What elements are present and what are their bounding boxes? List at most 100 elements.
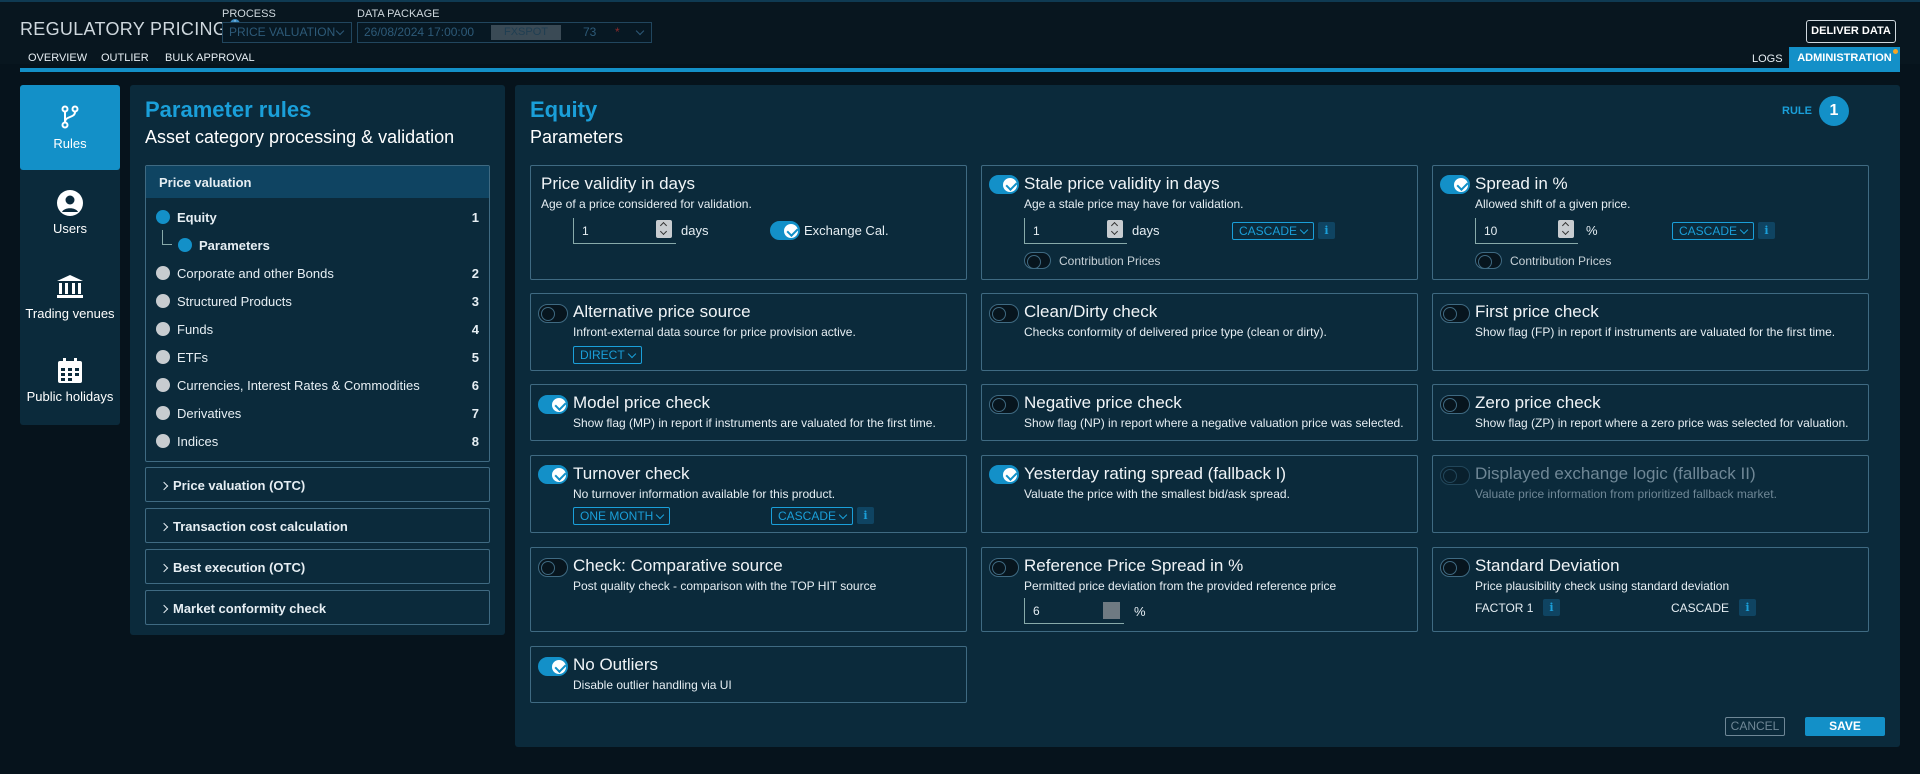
rule-item-indices[interactable]: Indices 8 [156,434,479,449]
chevron-down-icon [1299,225,1309,235]
card-title: Displayed exchange logic (fallback II) [1475,464,1756,483]
contribution-prices-toggle[interactable] [1475,252,1502,269]
contribution-prices-toggle[interactable] [1024,252,1051,269]
process-select[interactable]: PRICE VALUATION [222,22,352,43]
card-description: Permitted price deviation from the provi… [1024,579,1337,593]
stepper-icon[interactable] [1107,220,1123,238]
rule-item-currencies[interactable]: Currencies, Interest Rates & Commodities… [156,378,479,393]
info-icon[interactable]: i [1758,222,1775,239]
card-title: Model price check [573,393,711,412]
card-title: Reference Price Spread in % [1024,556,1244,575]
zero-price-toggle[interactable] [1440,395,1470,414]
bank-icon [57,275,83,298]
rule-item-bonds[interactable]: Corporate and other Bonds 2 [156,266,479,281]
exchange-cal-toggle[interactable] [770,221,800,240]
spread-input[interactable]: 10 [1475,218,1578,244]
branch-icon [61,105,79,129]
collapsed-group-market-conformity[interactable]: Market conformity check [145,590,490,625]
status-dot [156,406,170,420]
validity-days-input[interactable]: 1 [573,218,676,244]
cascade-dropdown[interactable]: CASCADE [1672,222,1755,240]
collapsed-group-price-valuation-otc[interactable]: Price valuation (OTC) [145,467,490,502]
card-turnover: Turnover check No turnover information a… [530,455,967,533]
card-title: Stale price validity in days [1024,174,1220,193]
package-count: 73 [583,25,597,39]
unit-label: days [1132,223,1160,238]
alternative-source-toggle[interactable] [538,304,568,323]
info-icon[interactable]: i [1543,599,1560,616]
card-description: Disable outlier handling via UI [573,678,732,692]
sidebar-item-public-holidays[interactable]: Public holidays [20,340,120,425]
stepper-icon[interactable] [1103,602,1120,619]
card-title: Clean/Dirty check [1024,302,1158,321]
card-title: No Outliers [573,655,659,674]
card-exchange-logic: Displayed exchange logic (fallback II) V… [1432,455,1869,533]
collapsed-group-transaction-cost[interactable]: Transaction cost calculation [145,508,490,543]
card-description: Show flag (FP) in report if instruments … [1475,325,1836,339]
tab-outlier[interactable]: OUTLIER [101,52,149,64]
save-button[interactable]: SAVE [1805,717,1885,736]
rule-item-etfs[interactable]: ETFs 5 [156,350,479,365]
no-outliers-toggle[interactable] [538,657,568,676]
cascade-dropdown[interactable]: CASCADE [1232,222,1315,240]
exchange-logic-toggle[interactable] [1440,466,1470,485]
negative-price-toggle[interactable] [989,395,1019,414]
rule-group-header[interactable]: Price valuation [146,166,489,198]
rule-item-equity[interactable]: Equity 1 [156,210,479,225]
card-title: Standard Deviation [1475,556,1620,575]
stepper-icon[interactable] [656,220,672,238]
standard-deviation-toggle[interactable] [1440,558,1470,577]
exchange-cal-label: Exchange Cal. [804,223,889,238]
equity-parameters-panel: Equity Parameters RULE 1 Price validity … [515,85,1900,747]
panel-title: Parameter rules [145,97,312,122]
reference-spread-input[interactable]: 6 [1024,598,1124,624]
cancel-button[interactable]: CANCEL [1725,717,1785,736]
process-label: PROCESS [222,8,276,20]
stale-days-input[interactable]: 1 [1024,218,1127,244]
model-price-toggle[interactable] [538,395,568,414]
tab-overview[interactable]: OVERVIEW [28,52,87,64]
panel-subtitle: Asset category processing & validation [145,127,455,147]
comparative-source-toggle[interactable] [538,558,568,577]
cascade-dropdown[interactable]: CASCADE [771,507,854,525]
stale-price-toggle[interactable] [989,175,1019,194]
info-icon[interactable]: i [857,507,874,524]
yesterday-spread-toggle[interactable] [989,465,1019,484]
reference-spread-toggle[interactable] [989,558,1019,577]
turnover-toggle[interactable] [538,465,568,484]
source-dropdown[interactable]: DIRECT [573,346,642,364]
tab-logs[interactable]: LOGS [1752,53,1783,65]
period-dropdown[interactable]: ONE MONTH [573,507,671,525]
rule-item-derivatives[interactable]: Derivatives 7 [156,406,479,421]
deliver-data-button[interactable]: DELIVER DATA [1806,20,1896,43]
card-description: Show flag (MP) in report if instruments … [573,416,936,430]
tab-administration[interactable]: ADMINISTRATION [1789,47,1900,70]
sidebar-item-trading-venues[interactable]: Trading venues [20,255,120,340]
data-package-select[interactable]: 26/08/2024 17:00:00 FXSPOT 73 * [357,22,652,43]
sidebar-item-label: Public holidays [26,389,114,404]
card-description: Infront-external data source for price p… [573,325,856,339]
status-dot [156,294,170,308]
rule-group-price-valuation: Price valuation Equity 1 Parameters Corpo… [145,165,490,462]
tab-bulk-approval[interactable]: BULK APPROVAL [165,52,255,64]
first-price-toggle[interactable] [1440,304,1470,323]
spread-toggle[interactable] [1440,175,1470,194]
sidebar-item-users[interactable]: Users [20,170,120,255]
collapsed-group-best-execution[interactable]: Best execution (OTC) [145,549,490,584]
tree-connector [162,230,172,245]
rule-item-parameters[interactable]: Parameters [162,230,468,253]
card-description: Age of a price considered for validation… [541,197,752,211]
card-title: Check: Comparative source [573,556,783,575]
info-icon[interactable]: i [1739,599,1756,616]
rule-item-funds[interactable]: Funds 4 [156,322,479,337]
stepper-icon[interactable] [1558,220,1574,238]
rule-item-structured-products[interactable]: Structured Products 3 [156,294,479,309]
card-title: Zero price check [1475,393,1601,412]
card-standard-deviation: Standard Deviation Price plausibility ch… [1432,547,1869,632]
card-description: Valuate the price with the smallest bid/… [1024,487,1290,501]
sidebar-item-rules[interactable]: Rules [20,85,120,170]
clean-dirty-toggle[interactable] [989,304,1019,323]
info-icon[interactable]: i [1318,222,1335,239]
package-flag: * [615,25,620,39]
card-clean-dirty: Clean/Dirty check Checks conformity of d… [981,293,1418,371]
